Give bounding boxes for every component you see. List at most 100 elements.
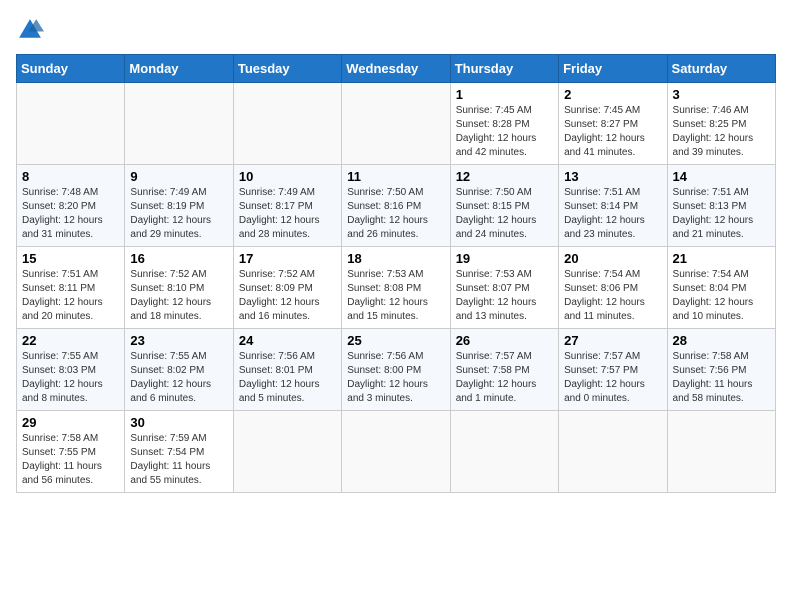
calendar-cell: 21 Sunrise: 7:54 AMSunset: 8:04 PMDayligh… xyxy=(667,247,775,329)
day-info: Sunrise: 7:51 AMSunset: 8:13 PMDaylight:… xyxy=(673,187,754,240)
calendar-cell xyxy=(342,411,450,493)
calendar-week-3: 15 Sunrise: 7:51 AMSunset: 8:11 PMDayligh… xyxy=(17,247,776,329)
day-number: 10 xyxy=(239,169,336,184)
day-number: 28 xyxy=(673,333,770,348)
day-info: Sunrise: 7:55 AMSunset: 8:02 PMDaylight:… xyxy=(130,351,211,404)
day-info: Sunrise: 7:45 AMSunset: 8:28 PMDaylight:… xyxy=(456,105,537,158)
day-number: 20 xyxy=(564,251,661,266)
calendar-week-5: 29 Sunrise: 7:58 AMSunset: 7:55 PMDayligh… xyxy=(17,411,776,493)
day-info: Sunrise: 7:52 AMSunset: 8:10 PMDaylight:… xyxy=(130,269,211,322)
calendar-table: SundayMondayTuesdayWednesdayThursdayFrid… xyxy=(16,54,776,493)
calendar-cell: 14 Sunrise: 7:51 AMSunset: 8:13 PMDayligh… xyxy=(667,165,775,247)
calendar-cell: 22 Sunrise: 7:55 AMSunset: 8:03 PMDayligh… xyxy=(17,329,125,411)
day-info: Sunrise: 7:55 AMSunset: 8:03 PMDaylight:… xyxy=(22,351,103,404)
day-number: 1 xyxy=(456,87,553,102)
day-number: 13 xyxy=(564,169,661,184)
day-number: 3 xyxy=(673,87,770,102)
calendar-cell: 12 Sunrise: 7:50 AMSunset: 8:15 PMDayligh… xyxy=(450,165,558,247)
day-number: 30 xyxy=(130,415,227,430)
day-of-week-sunday: Sunday xyxy=(17,55,125,83)
calendar-cell: 15 Sunrise: 7:51 AMSunset: 8:11 PMDayligh… xyxy=(17,247,125,329)
day-number: 18 xyxy=(347,251,444,266)
calendar-cell xyxy=(450,411,558,493)
logo-icon xyxy=(16,16,44,44)
day-info: Sunrise: 7:54 AMSunset: 8:06 PMDaylight:… xyxy=(564,269,645,322)
day-of-week-monday: Monday xyxy=(125,55,233,83)
day-number: 22 xyxy=(22,333,119,348)
day-info: Sunrise: 7:45 AMSunset: 8:27 PMDaylight:… xyxy=(564,105,645,158)
day-info: Sunrise: 7:51 AMSunset: 8:11 PMDaylight:… xyxy=(22,269,103,322)
day-number: 15 xyxy=(22,251,119,266)
calendar-cell: 30 Sunrise: 7:59 AMSunset: 7:54 PMDayligh… xyxy=(125,411,233,493)
day-of-week-thursday: Thursday xyxy=(450,55,558,83)
day-info: Sunrise: 7:57 AMSunset: 7:58 PMDaylight:… xyxy=(456,351,537,404)
calendar-cell: 26 Sunrise: 7:57 AMSunset: 7:58 PMDayligh… xyxy=(450,329,558,411)
logo xyxy=(16,16,48,44)
calendar-cell xyxy=(342,83,450,165)
calendar-cell: 29 Sunrise: 7:58 AMSunset: 7:55 PMDayligh… xyxy=(17,411,125,493)
calendar-cell: 19 Sunrise: 7:53 AMSunset: 8:07 PMDayligh… xyxy=(450,247,558,329)
calendar-cell: 2 Sunrise: 7:45 AMSunset: 8:27 PMDaylight… xyxy=(559,83,667,165)
day-of-week-tuesday: Tuesday xyxy=(233,55,341,83)
day-number: 19 xyxy=(456,251,553,266)
calendar-week-4: 22 Sunrise: 7:55 AMSunset: 8:03 PMDayligh… xyxy=(17,329,776,411)
day-number: 25 xyxy=(347,333,444,348)
day-info: Sunrise: 7:46 AMSunset: 8:25 PMDaylight:… xyxy=(673,105,754,158)
day-of-week-friday: Friday xyxy=(559,55,667,83)
day-number: 27 xyxy=(564,333,661,348)
calendar-cell: 20 Sunrise: 7:54 AMSunset: 8:06 PMDayligh… xyxy=(559,247,667,329)
calendar-cell: 10 Sunrise: 7:49 AMSunset: 8:17 PMDayligh… xyxy=(233,165,341,247)
calendar-cell: 23 Sunrise: 7:55 AMSunset: 8:02 PMDayligh… xyxy=(125,329,233,411)
calendar-cell: 13 Sunrise: 7:51 AMSunset: 8:14 PMDayligh… xyxy=(559,165,667,247)
day-info: Sunrise: 7:48 AMSunset: 8:20 PMDaylight:… xyxy=(22,187,103,240)
calendar-cell xyxy=(559,411,667,493)
day-info: Sunrise: 7:54 AMSunset: 8:04 PMDaylight:… xyxy=(673,269,754,322)
day-info: Sunrise: 7:56 AMSunset: 8:00 PMDaylight:… xyxy=(347,351,428,404)
day-info: Sunrise: 7:50 AMSunset: 8:16 PMDaylight:… xyxy=(347,187,428,240)
day-of-week-wednesday: Wednesday xyxy=(342,55,450,83)
page-header xyxy=(16,16,776,44)
day-info: Sunrise: 7:49 AMSunset: 8:17 PMDaylight:… xyxy=(239,187,320,240)
calendar-cell: 17 Sunrise: 7:52 AMSunset: 8:09 PMDayligh… xyxy=(233,247,341,329)
calendar-cell: 1 Sunrise: 7:45 AMSunset: 8:28 PMDaylight… xyxy=(450,83,558,165)
day-info: Sunrise: 7:49 AMSunset: 8:19 PMDaylight:… xyxy=(130,187,211,240)
calendar-cell: 28 Sunrise: 7:58 AMSunset: 7:56 PMDayligh… xyxy=(667,329,775,411)
day-of-week-saturday: Saturday xyxy=(667,55,775,83)
calendar-cell: 9Sunrise: 7:49 AMSunset: 8:19 PMDaylight… xyxy=(125,165,233,247)
calendar-week-1: 1 Sunrise: 7:45 AMSunset: 8:28 PMDaylight… xyxy=(17,83,776,165)
day-number: 11 xyxy=(347,169,444,184)
day-number: 17 xyxy=(239,251,336,266)
day-number: 26 xyxy=(456,333,553,348)
calendar-cell: 24 Sunrise: 7:56 AMSunset: 8:01 PMDayligh… xyxy=(233,329,341,411)
calendar-cell: 18 Sunrise: 7:53 AMSunset: 8:08 PMDayligh… xyxy=(342,247,450,329)
calendar-cell xyxy=(667,411,775,493)
calendar-cell: 8Sunrise: 7:48 AMSunset: 8:20 PMDaylight… xyxy=(17,165,125,247)
day-info: Sunrise: 7:53 AMSunset: 8:07 PMDaylight:… xyxy=(456,269,537,322)
calendar-cell: 27 Sunrise: 7:57 AMSunset: 7:57 PMDayligh… xyxy=(559,329,667,411)
day-number: 14 xyxy=(673,169,770,184)
day-info: Sunrise: 7:53 AMSunset: 8:08 PMDaylight:… xyxy=(347,269,428,322)
calendar-cell xyxy=(233,411,341,493)
calendar-cell xyxy=(125,83,233,165)
day-info: Sunrise: 7:51 AMSunset: 8:14 PMDaylight:… xyxy=(564,187,645,240)
day-number: 23 xyxy=(130,333,227,348)
day-info: Sunrise: 7:52 AMSunset: 8:09 PMDaylight:… xyxy=(239,269,320,322)
calendar-cell xyxy=(17,83,125,165)
calendar-cell: 11 Sunrise: 7:50 AMSunset: 8:16 PMDayligh… xyxy=(342,165,450,247)
day-number: 12 xyxy=(456,169,553,184)
day-number: 16 xyxy=(130,251,227,266)
day-number: 29 xyxy=(22,415,119,430)
calendar-cell: 3 Sunrise: 7:46 AMSunset: 8:25 PMDaylight… xyxy=(667,83,775,165)
day-info: Sunrise: 7:58 AMSunset: 7:55 PMDaylight:… xyxy=(22,433,102,486)
day-info: Sunrise: 7:58 AMSunset: 7:56 PMDaylight:… xyxy=(673,351,753,404)
calendar-cell: 16 Sunrise: 7:52 AMSunset: 8:10 PMDayligh… xyxy=(125,247,233,329)
day-number: 2 xyxy=(564,87,661,102)
day-info: Sunrise: 7:50 AMSunset: 8:15 PMDaylight:… xyxy=(456,187,537,240)
day-info: Sunrise: 7:56 AMSunset: 8:01 PMDaylight:… xyxy=(239,351,320,404)
day-number: 24 xyxy=(239,333,336,348)
calendar-cell: 25 Sunrise: 7:56 AMSunset: 8:00 PMDayligh… xyxy=(342,329,450,411)
day-number: 21 xyxy=(673,251,770,266)
calendar-cell xyxy=(233,83,341,165)
day-info: Sunrise: 7:57 AMSunset: 7:57 PMDaylight:… xyxy=(564,351,645,404)
day-info: Sunrise: 7:59 AMSunset: 7:54 PMDaylight:… xyxy=(130,433,210,486)
